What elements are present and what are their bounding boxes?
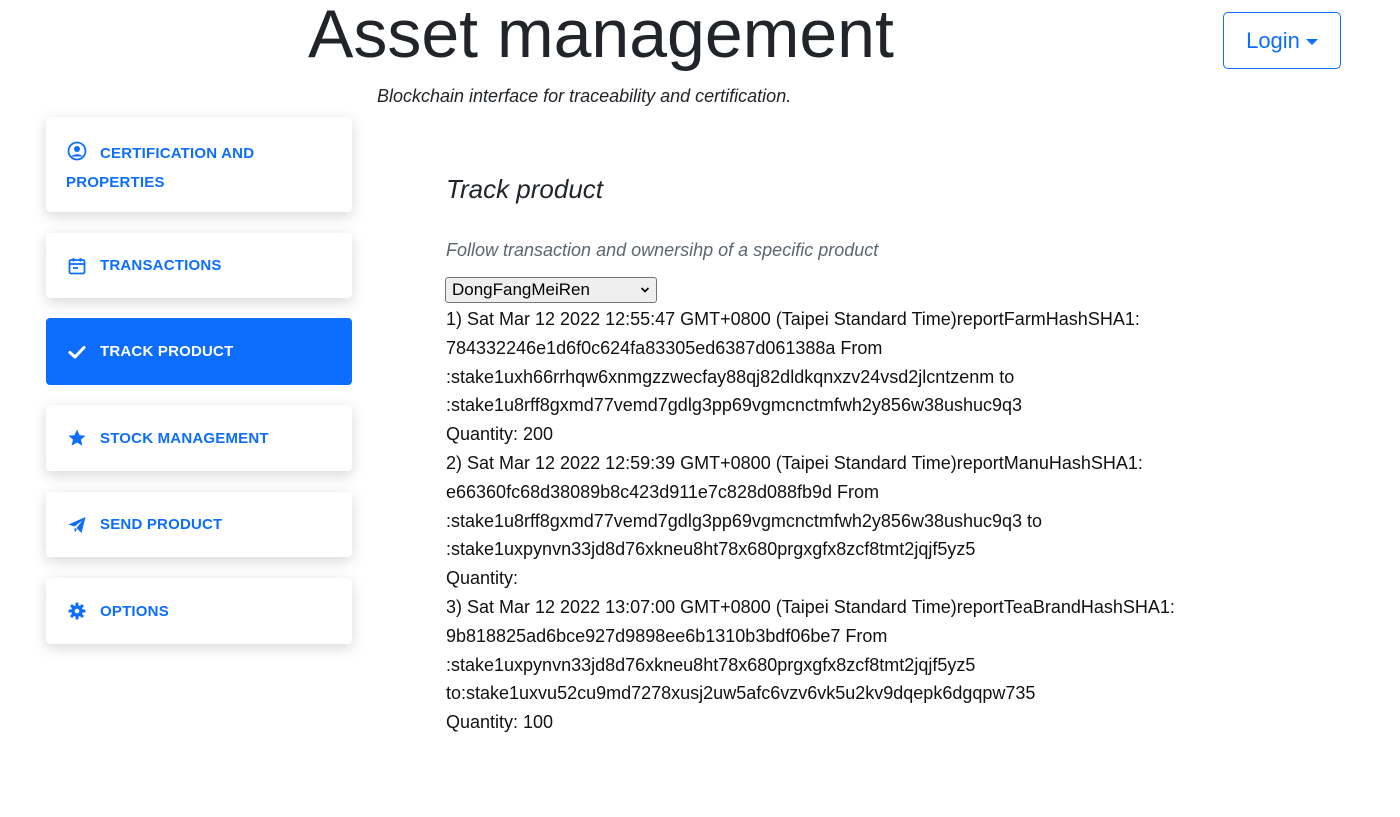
- transaction-quantity: Quantity: 100: [446, 712, 554, 733]
- chevron-down-icon: [640, 287, 650, 293]
- sidebar-item-track-product[interactable]: TRACK PRODUCT: [46, 318, 352, 385]
- transaction-line: 2) Sat Mar 12 2022 12:59:39 GMT+0800 (Ta…: [446, 452, 1143, 473]
- section-title: Track product: [446, 174, 604, 204]
- transaction-line: 9b818825ad6bce927d9898ee6b1310b3bdf06be7…: [446, 625, 888, 646]
- transaction-line: e66360fc68d38089b8c423d911e7c828d088fb9d…: [446, 481, 880, 502]
- login-label: Login: [1246, 27, 1300, 53]
- check-icon: [66, 341, 88, 363]
- app-subtitle: Blockchain interface for traceability an…: [377, 86, 792, 106]
- user-circle-icon: [66, 140, 88, 162]
- transaction-log: 1) Sat Mar 12 2022 12:55:47 GMT+0800 (Ta…: [446, 305, 1346, 737]
- sidebar-item-label: TRANSACTIONS: [100, 257, 222, 274]
- sidebar-item-label-line2: PROPERTIES: [66, 174, 165, 191]
- sidebar-item-options[interactable]: OPTIONS: [46, 578, 352, 644]
- caret-down-icon: [1305, 38, 1318, 45]
- sidebar-item-label: TRACK PRODUCT: [100, 343, 234, 360]
- product-select-value: DongFangMeiRen: [452, 280, 590, 299]
- transaction-line: to:stake1uxvu52cu9md7278xusj2uw5afc6vzv6…: [446, 683, 1036, 704]
- sidebar-item-label: SEND PRODUCT: [100, 516, 223, 533]
- transaction-line: :stake1uxh66rrhqw6xnmgzzwecfay88qj82dldk…: [446, 366, 1015, 387]
- sidebar-item-label: CERTIFICATION AND: [100, 145, 255, 162]
- star-icon: [66, 427, 88, 449]
- sidebar-item-label: OPTIONS: [100, 602, 169, 620]
- transaction-line: 3) Sat Mar 12 2022 13:07:00 GMT+0800 (Ta…: [446, 596, 1175, 617]
- transaction-line: :stake1u8rff8gxmd77vemd7gdlg3pp69vgmcnct…: [446, 510, 1043, 531]
- transaction-line: 1) Sat Mar 12 2022 12:55:47 GMT+0800 (Ta…: [446, 309, 1140, 329]
- sidebar-item-send-product[interactable]: SEND PRODUCT: [46, 492, 352, 557]
- transaction-quantity: Quantity: 200: [446, 424, 554, 445]
- sidebar-item-stock-management[interactable]: STOCK MANAGEMENT: [46, 405, 352, 471]
- login-dropdown-button[interactable]: Login: [1223, 12, 1341, 69]
- sidebar-item-transactions[interactable]: TRANSACTIONS: [46, 233, 352, 298]
- paper-plane-icon: [66, 514, 88, 536]
- transaction-line: :stake1uxpynvn33jd8d76xkneu8ht78x680prgx…: [446, 539, 976, 560]
- sidebar-item-certification[interactable]: CERTIFICATION AND PROPERTIES: [46, 117, 352, 212]
- section-description: Follow transaction and ownersihp of a sp…: [446, 240, 879, 260]
- gear-icon: [66, 600, 88, 622]
- transaction-line: :stake1u8rff8gxmd77vemd7gdlg3pp69vgmcnct…: [446, 395, 1023, 416]
- app-title: Asset management: [308, 0, 894, 72]
- calendar-icon: [66, 255, 88, 277]
- product-select[interactable]: DongFangMeiRen: [445, 277, 657, 303]
- sidebar-item-label: STOCK MANAGEMENT: [100, 429, 269, 447]
- transaction-line: :stake1uxpynvn33jd8d76xkneu8ht78x680prgx…: [446, 654, 976, 675]
- transaction-line: 784332246e1d6f0c624fa83305ed6387d061388a…: [446, 337, 883, 358]
- transaction-quantity: Quantity:: [446, 568, 519, 589]
